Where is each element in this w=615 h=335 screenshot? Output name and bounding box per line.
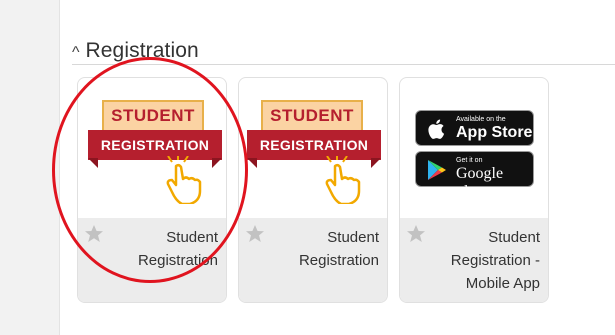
tile-footer: Student Registration — [78, 218, 226, 302]
google-play-icon — [428, 160, 446, 180]
favorite-star-icon[interactable] — [406, 224, 426, 244]
favorite-star-icon[interactable] — [245, 224, 265, 244]
tile-label[interactable]: Student Registration — [267, 226, 379, 272]
registration-badge: STUDENT REGISTRATION — [84, 96, 226, 206]
chevron-up-icon[interactable]: ^ — [72, 44, 80, 61]
app-tile-student-registration[interactable]: STUDENT REGISTRATION Student Registratio… — [77, 77, 227, 303]
mobile-app-image: Available on the App Store Get it on Goo… — [400, 78, 548, 218]
section-title: Registration — [85, 39, 199, 62]
badge-ribbon-right — [212, 158, 222, 168]
favorite-star-icon[interactable] — [84, 224, 104, 244]
registration-badge: STUDENT REGISTRATION — [243, 96, 385, 206]
tile-footer: Student Registration - Mobile App — [400, 218, 548, 302]
pointing-hand-icon — [166, 156, 202, 204]
tile-footer: Student Registration — [239, 218, 387, 302]
appstore-small-text: Available on the — [456, 116, 506, 123]
student-registration-image: STUDENT REGISTRATION — [239, 78, 387, 218]
googleplay-small-text: Get it on — [456, 157, 483, 164]
badge-student-text: STUDENT — [102, 100, 204, 132]
student-registration-image: STUDENT REGISTRATION — [78, 78, 226, 218]
badge-student-text: STUDENT — [261, 100, 363, 132]
apple-icon — [428, 119, 445, 139]
appstore-big-text: App Store — [456, 124, 533, 141]
google-play-badge: Get it on Google play — [415, 151, 534, 200]
left-rail — [0, 0, 60, 335]
section-header-registration[interactable]: ^ Registration — [72, 36, 199, 66]
section-divider — [72, 64, 615, 65]
app-tile-student-registration-mobile[interactable]: Available on the App Store Get it on Goo… — [399, 77, 549, 303]
app-tile-student-registration[interactable]: STUDENT REGISTRATION Student Registratio… — [238, 77, 388, 303]
badge-ribbon-left — [247, 158, 257, 168]
tile-label[interactable]: Student Registration — [106, 226, 218, 272]
googleplay-big-text: Google play — [456, 165, 504, 200]
pointing-hand-icon — [325, 156, 361, 204]
badge-ribbon-left — [88, 158, 98, 168]
tile-label[interactable]: Student Registration - Mobile App — [428, 226, 540, 295]
badge-ribbon-right — [371, 158, 381, 168]
app-store-badge: Available on the App Store — [415, 110, 534, 146]
